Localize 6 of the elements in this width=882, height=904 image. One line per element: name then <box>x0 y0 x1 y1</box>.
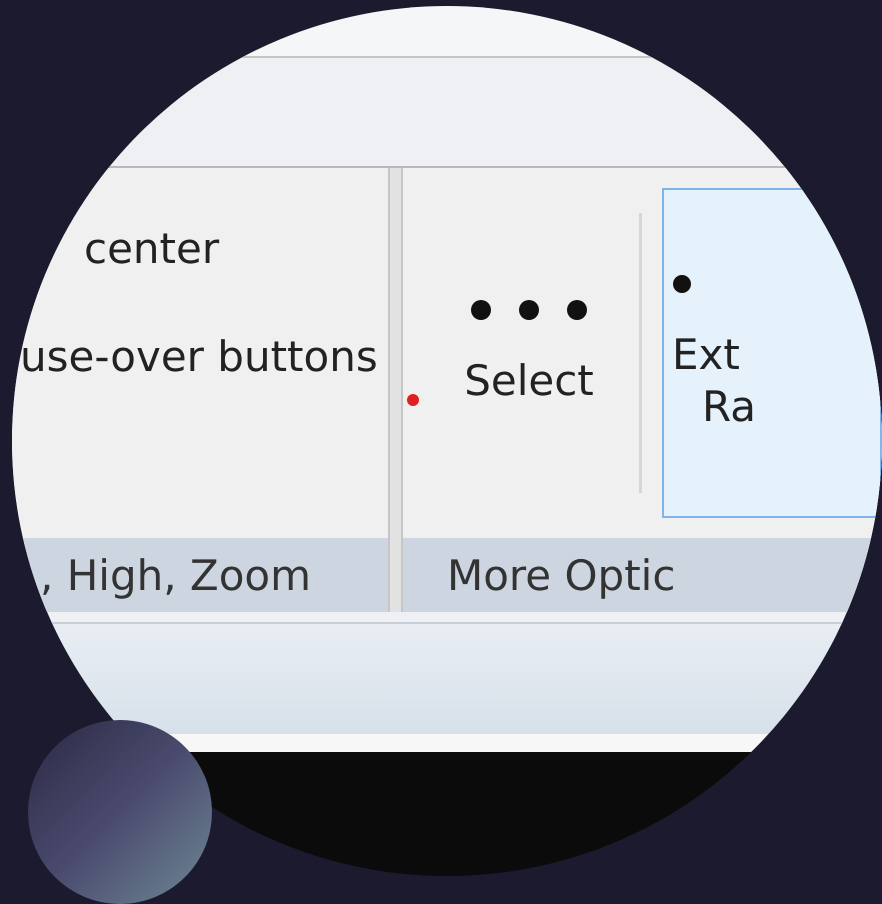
ribbon-button[interactable]: Select <box>439 188 619 518</box>
option-label: use-over buttons <box>20 332 379 382</box>
ellipsis-icon <box>470 299 588 321</box>
dot-icon <box>672 273 692 295</box>
ribbon-button[interactable]: Ext Ra <box>662 188 882 518</box>
option-label: center <box>84 224 220 274</box>
